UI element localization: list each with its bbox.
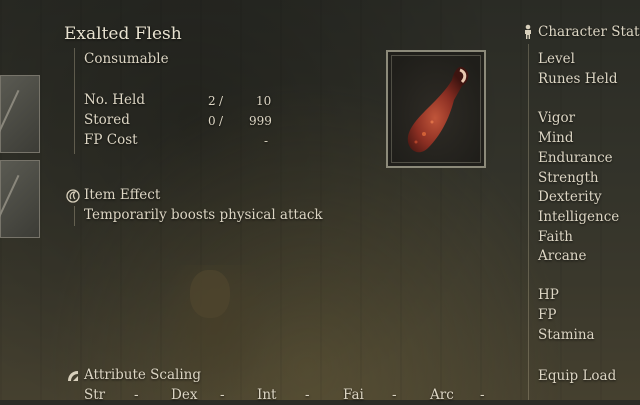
- status-stamina: Stamina: [538, 327, 595, 343]
- status-endurance: Endurance: [538, 150, 613, 166]
- scaling-label-int: Int: [257, 387, 277, 403]
- item-effect-icon: [66, 189, 80, 203]
- held-max: 10: [256, 94, 272, 108]
- fp-cost-value: -: [264, 134, 269, 148]
- status-strength: Strength: [538, 170, 599, 186]
- scaling-value-str: -: [134, 387, 139, 403]
- scaling-value-arc: -: [480, 387, 485, 403]
- scaling-label-dex: Dex: [171, 387, 198, 403]
- item-effect-heading: Item Effect: [84, 187, 161, 203]
- scaling-label-arc: Arc: [430, 387, 454, 403]
- divider-line: [528, 44, 529, 400]
- character-status-heading: Character Status: [538, 24, 640, 40]
- status-level: Level: [538, 51, 575, 67]
- scaling-value-fai: -: [392, 387, 397, 403]
- stored-label: Stored: [84, 112, 130, 128]
- status-intelligence: Intelligence: [538, 209, 620, 225]
- item-category: Consumable: [84, 51, 169, 67]
- status-faith: Faith: [538, 229, 573, 245]
- scaling-label-str: Str: [84, 387, 106, 403]
- divider-line: [74, 48, 75, 154]
- status-dexterity: Dexterity: [538, 189, 602, 205]
- exalted-flesh-icon: [407, 66, 469, 153]
- attribute-scaling-heading: Attribute Scaling: [84, 367, 202, 383]
- item-image-frame: [386, 50, 486, 168]
- status-arcane: Arcane: [538, 248, 587, 264]
- status-hp: HP: [538, 287, 559, 303]
- item-name: Exalted Flesh: [64, 24, 182, 44]
- status-mind: Mind: [538, 130, 574, 146]
- item-effect-text: Temporarily boosts physical attack: [84, 207, 323, 223]
- stored-value: 0: [208, 114, 216, 128]
- attribute-scaling-icon: [68, 371, 78, 381]
- item-slot-thumbnail[interactable]: [0, 75, 40, 153]
- held-value: 2: [208, 94, 216, 108]
- player-character-head: [190, 270, 230, 318]
- scaling-label-fai: Fai: [343, 387, 364, 403]
- item-slot-thumbnail[interactable]: [0, 160, 40, 238]
- held-label: No. Held: [84, 92, 146, 108]
- character-status-icon: [525, 24, 531, 39]
- stored-max: 999: [249, 114, 272, 128]
- status-equip-load: Equip Load: [538, 368, 617, 384]
- scaling-value-int: -: [305, 387, 310, 403]
- fp-cost-label: FP Cost: [84, 132, 138, 148]
- status-runes-held: Runes Held: [538, 71, 618, 87]
- status-fp: FP: [538, 307, 557, 323]
- status-vigor: Vigor: [538, 110, 576, 126]
- stored-slash: /: [219, 114, 224, 128]
- held-slash: /: [219, 94, 224, 108]
- divider-line: [74, 206, 75, 226]
- scaling-value-dex: -: [220, 387, 225, 403]
